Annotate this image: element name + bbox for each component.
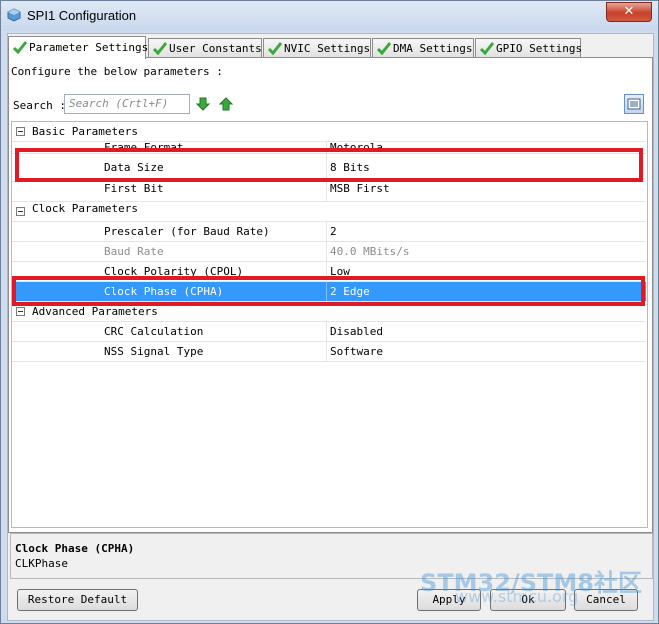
search-input[interactable]: Search (Crtl+F)	[64, 94, 190, 114]
param-row-baud-rate: Baud Rate 40.0 MBits/s	[12, 242, 646, 262]
param-value[interactable]: Disabled	[330, 322, 383, 341]
group-label: Basic Parameters	[32, 125, 138, 138]
title-bar[interactable]: SPI1 Configuration ✕	[1, 1, 658, 31]
panel-hint: Configure the below parameters :	[11, 65, 223, 78]
group-basic-parameters[interactable]: Basic Parameters	[12, 122, 646, 142]
tab-label: Parameter Settings	[29, 41, 149, 54]
tab-dma-settings[interactable]: DMA Settings	[372, 38, 474, 57]
spi1-configuration-window: SPI1 Configuration ✕ Parameter Settings …	[0, 0, 659, 624]
tab-bar: Parameter Settings User Constants NVIC S…	[8, 36, 653, 59]
check-icon	[376, 42, 392, 56]
list-view-icon	[627, 98, 641, 110]
column-separator	[326, 242, 327, 261]
parameter-tree: Basic Parameters Frame Format Motorola D…	[11, 121, 648, 528]
param-name: Prescaler (for Baud Rate)	[104, 225, 270, 238]
param-name: First Bit	[104, 182, 164, 195]
column-separator	[326, 342, 327, 361]
param-value[interactable]: 2	[330, 222, 337, 241]
column-separator	[326, 222, 327, 241]
param-name: Baud Rate	[104, 245, 164, 258]
watermark-url: www.stmcu.org	[455, 587, 579, 606]
param-name: CRC Calculation	[104, 325, 204, 338]
param-value[interactable]: Software	[330, 342, 383, 361]
description-title: Clock Phase (CPHA)	[15, 542, 135, 555]
group-clock-parameters[interactable]: Clock Parameters	[12, 202, 646, 222]
cube-icon	[7, 8, 21, 22]
arrow-down-icon[interactable]	[195, 96, 211, 112]
restore-default-button[interactable]: Restore Default	[17, 589, 138, 611]
highlight-box-data-size	[15, 148, 643, 182]
tab-gpio-settings[interactable]: GPIO Settings	[475, 38, 583, 57]
collapse-icon[interactable]	[16, 307, 25, 316]
param-value[interactable]: MSB First	[330, 182, 390, 196]
param-name: NSS Signal Type	[104, 345, 204, 358]
param-value: 40.0 MBits/s	[330, 245, 410, 258]
tab-label: User Constants	[169, 42, 262, 55]
arrow-up-icon[interactable]	[218, 96, 234, 112]
tab-nvic-settings[interactable]: NVIC Settings	[263, 38, 371, 57]
check-icon	[12, 41, 28, 55]
tab-label: GPIO Settings	[496, 42, 583, 55]
search-label: Search :	[13, 99, 66, 112]
window-title: SPI1 Configuration	[27, 8, 137, 23]
tab-label: DMA Settings	[393, 42, 473, 55]
tab-label: NVIC Settings	[284, 42, 371, 55]
dialog-body: Parameter Settings User Constants NVIC S…	[7, 33, 654, 621]
group-label: Clock Parameters	[32, 202, 138, 215]
highlight-box-clock-phase	[12, 276, 645, 306]
check-icon	[152, 42, 168, 56]
column-separator	[326, 182, 327, 201]
view-mode-button[interactable]	[624, 94, 644, 114]
tab-parameter-settings[interactable]: Parameter Settings	[8, 36, 149, 59]
tab-user-constants[interactable]: User Constants	[148, 38, 262, 57]
param-row-prescaler[interactable]: Prescaler (for Baud Rate) 2	[12, 222, 646, 242]
param-row-first-bit[interactable]: First Bit MSB First	[12, 182, 646, 202]
parameter-settings-panel: Configure the below parameters : Search …	[8, 57, 653, 533]
check-icon	[479, 42, 495, 56]
param-row-nss-signal-type[interactable]: NSS Signal Type Software	[12, 342, 646, 362]
collapse-icon[interactable]	[16, 127, 25, 136]
description-text: CLKPhase	[15, 557, 68, 570]
close-button[interactable]: ✕	[606, 2, 652, 22]
collapse-icon[interactable]	[16, 207, 25, 216]
check-icon	[267, 42, 283, 56]
column-separator	[326, 322, 327, 341]
param-row-crc-calculation[interactable]: CRC Calculation Disabled	[12, 322, 646, 342]
